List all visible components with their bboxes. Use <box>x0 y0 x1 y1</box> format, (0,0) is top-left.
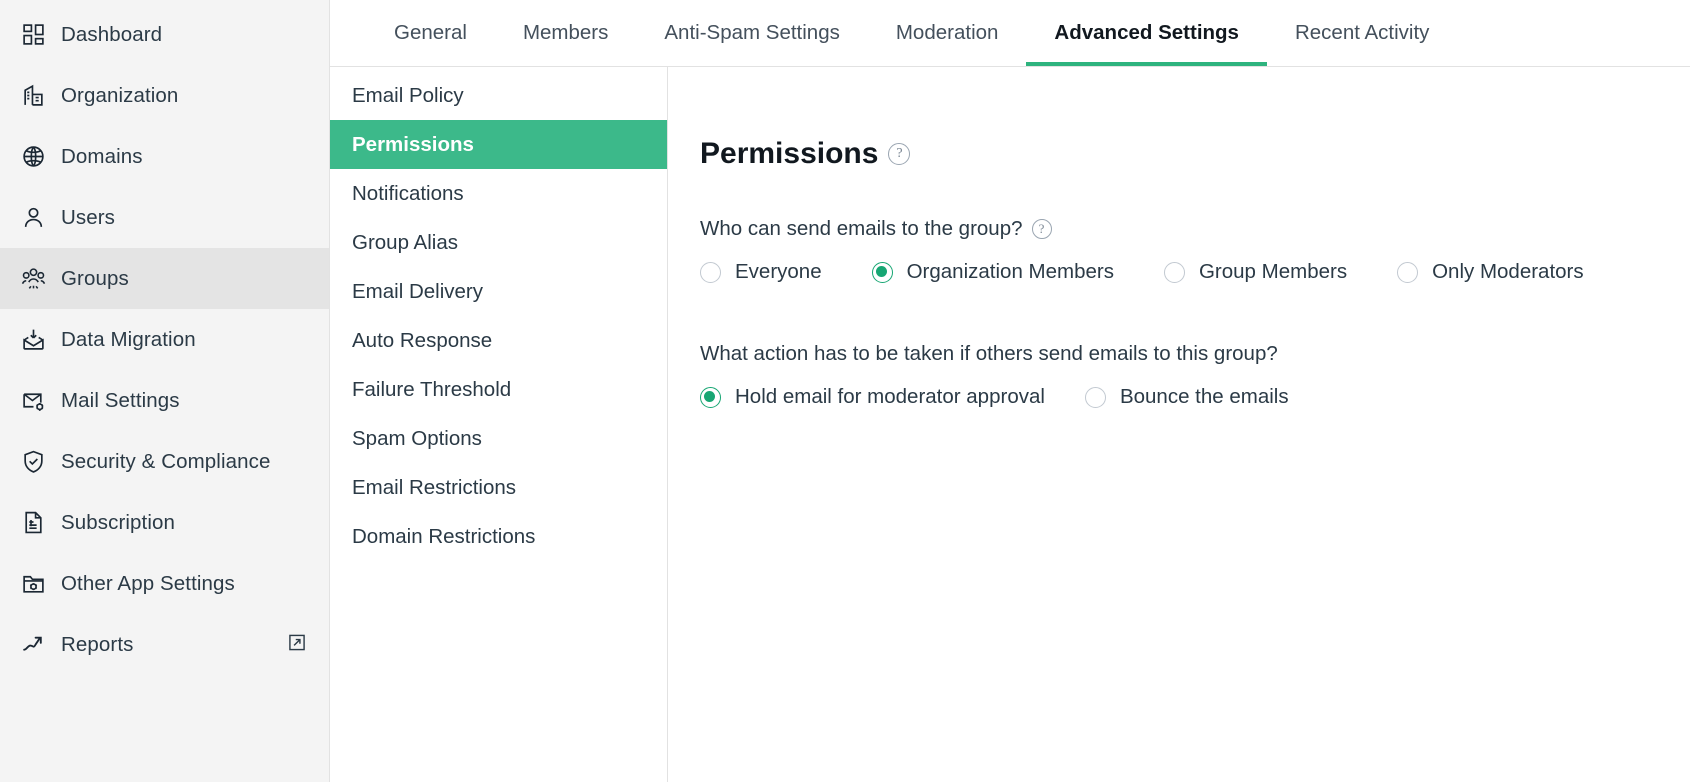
right-pane: General Members Anti-Spam Settings Moder… <box>330 0 1690 782</box>
question-text: What action has to be taken if others se… <box>700 342 1278 365</box>
dashboard-icon <box>14 22 52 47</box>
sidebar-item-mail-settings[interactable]: Mail Settings <box>0 370 329 431</box>
folder-gear-icon <box>14 571 52 596</box>
radio-option-organization-members[interactable]: Organization Members <box>871 260 1114 284</box>
subnav-item-permissions[interactable]: Permissions <box>330 120 667 169</box>
subnav-item-notifications[interactable]: Notifications <box>330 169 667 218</box>
radio-group-send-permission: Everyone Organization Members Group Memb… <box>700 260 1690 284</box>
tab-anti-spam-settings[interactable]: Anti-Spam Settings <box>636 0 867 66</box>
sidebar-item-subscription[interactable]: Subscription <box>0 492 329 553</box>
question-send-permission: Who can send emails to the group? ? <box>700 217 1690 241</box>
radio-option-group-members[interactable]: Group Members <box>1163 260 1348 284</box>
subnav-item-auto-response[interactable]: Auto Response <box>330 316 667 365</box>
sidebar-item-label: Reports <box>61 632 134 656</box>
sidebar-item-data-migration[interactable]: Data Migration <box>0 309 329 370</box>
radio-option-hold-for-approval[interactable]: Hold email for moderator approval <box>700 385 1045 409</box>
sidebar-item-label: Domains <box>61 144 143 168</box>
sidebar-item-label: Mail Settings <box>61 388 180 412</box>
sidebar-item-label: Users <box>61 205 116 229</box>
sidebar-item-label: Other App Settings <box>61 571 235 595</box>
sidebar-item-label: Security & Compliance <box>61 449 271 473</box>
radio-label: Organization Members <box>906 260 1114 283</box>
sidebar-item-label: Data Migration <box>61 327 196 351</box>
radio-option-everyone[interactable]: Everyone <box>700 260 822 284</box>
external-link-icon[interactable] <box>287 632 307 657</box>
radio-dot <box>1397 261 1419 283</box>
subnav-item-group-alias[interactable]: Group Alias <box>330 218 667 267</box>
sidebar-item-label: Subscription <box>61 510 176 534</box>
radio-option-bounce-emails[interactable]: Bounce the emails <box>1084 385 1289 409</box>
help-icon[interactable]: ? <box>1031 219 1052 239</box>
tab-moderation[interactable]: Moderation <box>868 0 1027 66</box>
page-title-text: Permissions <box>700 137 879 170</box>
radio-dot <box>700 261 721 283</box>
tab-recent-activity[interactable]: Recent Activity <box>1267 0 1457 66</box>
subnav-item-email-policy[interactable]: Email Policy <box>330 71 667 120</box>
sidebar-item-users[interactable]: Users <box>0 187 329 248</box>
mail-settings-icon <box>14 388 52 413</box>
groups-icon <box>14 266 52 291</box>
subnav-item-spam-options[interactable]: Spam Options <box>330 414 667 463</box>
trend-up-icon <box>14 632 52 657</box>
radio-option-only-moderators[interactable]: Only Moderators <box>1397 260 1584 284</box>
subnav-item-failure-threshold[interactable]: Failure Threshold <box>330 365 667 414</box>
sidebar-item-label: Groups <box>61 266 129 290</box>
subnav-item-email-restrictions[interactable]: Email Restrictions <box>330 463 667 512</box>
tab-members[interactable]: Members <box>495 0 636 66</box>
help-icon[interactable]: ? <box>888 143 911 165</box>
app-root: Dashboard Organization Domains Users Gro… <box>0 0 1690 782</box>
radio-label: Everyone <box>735 260 822 283</box>
radio-dot <box>1163 261 1185 283</box>
radio-label: Only Moderators <box>1432 260 1584 283</box>
primary-sidebar: Dashboard Organization Domains Users Gro… <box>0 0 330 782</box>
subnav-item-domain-restrictions[interactable]: Domain Restrictions <box>330 512 667 561</box>
page-title: Permissions ? <box>700 137 1690 171</box>
globe-icon <box>14 144 52 169</box>
sidebar-item-reports[interactable]: Reports <box>0 614 329 675</box>
radio-dot <box>1084 386 1106 408</box>
radio-dot <box>871 261 893 283</box>
tab-general[interactable]: General <box>366 0 495 66</box>
question-others-action: What action has to be taken if others se… <box>700 342 1690 366</box>
subnav-item-email-delivery[interactable]: Email Delivery <box>330 267 667 316</box>
sidebar-item-label: Organization <box>61 83 179 107</box>
radio-dot <box>700 386 721 408</box>
tab-advanced-settings[interactable]: Advanced Settings <box>1026 0 1267 66</box>
user-icon <box>14 205 52 230</box>
sidebar-item-organization[interactable]: Organization <box>0 65 329 126</box>
permissions-panel: Permissions ? Who can send emails to the… <box>668 67 1690 782</box>
sidebar-item-groups[interactable]: Groups <box>0 248 329 309</box>
radio-label: Hold email for moderator approval <box>735 385 1045 408</box>
content-body: Email Policy Permissions Notifications G… <box>330 67 1690 782</box>
sidebar-item-domains[interactable]: Domains <box>0 126 329 187</box>
sidebar-item-dashboard[interactable]: Dashboard <box>0 4 329 65</box>
sidebar-item-security-compliance[interactable]: Security & Compliance <box>0 431 329 492</box>
invoice-icon <box>14 510 52 535</box>
radio-group-others-action: Hold email for moderator approval Bounce… <box>700 385 1690 409</box>
tab-bar: General Members Anti-Spam Settings Moder… <box>330 0 1690 67</box>
building-icon <box>14 83 52 108</box>
radio-label: Bounce the emails <box>1119 385 1289 408</box>
sidebar-item-label: Dashboard <box>61 22 163 46</box>
secondary-nav: Email Policy Permissions Notifications G… <box>330 67 668 782</box>
sidebar-item-other-app-settings[interactable]: Other App Settings <box>0 553 329 614</box>
radio-label: Group Members <box>1198 260 1348 283</box>
shield-check-icon <box>14 449 52 474</box>
question-text: Who can send emails to the group? <box>700 217 1023 240</box>
data-migration-icon <box>14 327 52 352</box>
